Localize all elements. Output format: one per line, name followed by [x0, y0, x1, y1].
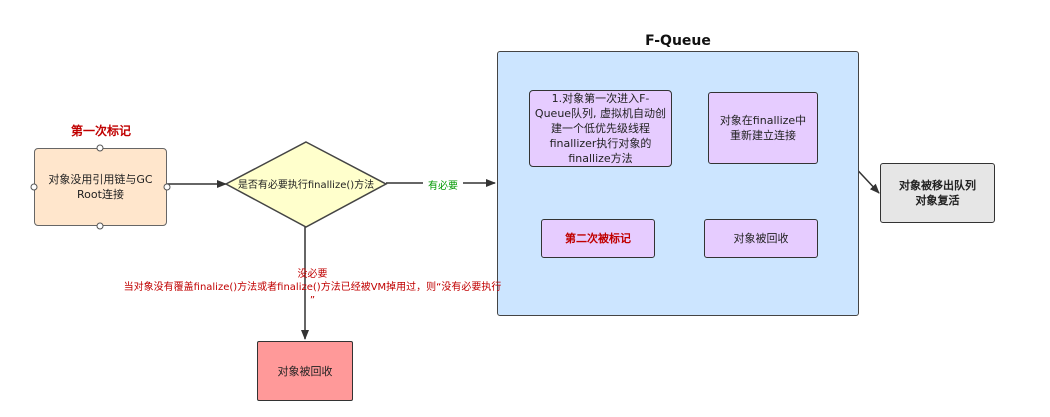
- start-node-handles: [30, 144, 171, 230]
